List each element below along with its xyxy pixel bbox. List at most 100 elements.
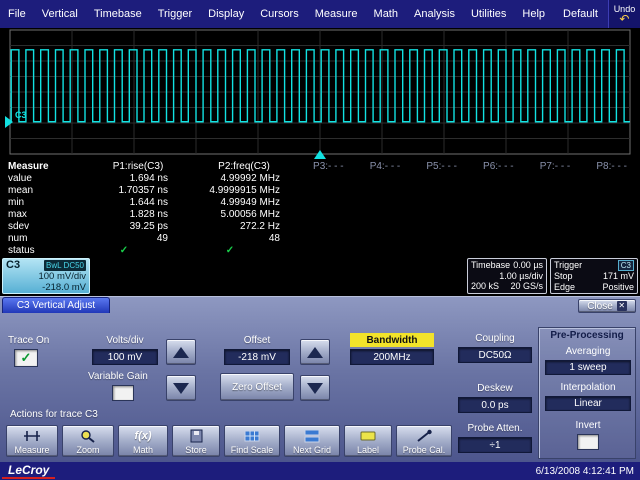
coupling-badge: BwL DC50: [44, 260, 86, 271]
cell-value: 48: [188, 233, 300, 245]
next-grid-button[interactable]: Next Grid: [284, 425, 340, 457]
col-p4[interactable]: P4:- - -: [357, 160, 414, 173]
trigger-slope: Positive: [602, 282, 634, 293]
close-label: Close: [587, 301, 613, 312]
label-button[interactable]: Label: [344, 425, 392, 457]
measure-table: Measure P1:rise(C3) P2:freq(C3) P3:- - -…: [0, 160, 640, 257]
menu-cursors[interactable]: Cursors: [252, 8, 307, 20]
probe-icon: [414, 428, 434, 443]
magnifier-icon: [78, 428, 98, 443]
default-setup-button[interactable]: Default: [553, 8, 608, 20]
deskew-field[interactable]: 0.0 ps: [458, 397, 532, 413]
interpolation-field[interactable]: Linear: [545, 396, 631, 411]
row-label: min: [0, 197, 88, 209]
table-row: max 1.828 ns 5.00056 MHz: [0, 209, 640, 221]
tab-c3-vertical-adjust[interactable]: C3 Vertical Adjust: [2, 297, 110, 313]
zero-offset-button[interactable]: Zero Offset: [220, 373, 294, 401]
row-label: value: [0, 173, 88, 185]
averaging-label: Averaging: [539, 346, 637, 357]
col-p1[interactable]: P1:rise(C3): [88, 160, 188, 173]
menu-analysis[interactable]: Analysis: [406, 8, 463, 20]
invert-checkbox[interactable]: [577, 434, 599, 450]
variable-gain-checkbox[interactable]: [112, 385, 134, 401]
row-label: num: [0, 233, 88, 245]
cell-value: 272.2 Hz: [188, 221, 300, 233]
timebase-descriptor[interactable]: Timebase0.00 µs 1.00 µs/div 200 kS20 GS/…: [467, 258, 547, 294]
row-label: max: [0, 209, 88, 221]
undo-arrow-icon: ↶: [619, 14, 629, 25]
undo-button[interactable]: Undo ↶: [608, 0, 640, 28]
table-row: num 49 48: [0, 233, 640, 245]
menu-math[interactable]: Math: [366, 8, 406, 20]
actions-label: Actions for trace C3: [10, 409, 98, 420]
probe-atten-field[interactable]: ÷1: [458, 437, 532, 453]
table-row: value 1.694 ns 4.99992 MHz: [0, 173, 640, 185]
col-p5[interactable]: P5:- - -: [413, 160, 470, 173]
measure-button[interactable]: Measure: [6, 425, 58, 457]
close-icon: ✕: [617, 301, 627, 311]
col-p2[interactable]: P2:freq(C3): [188, 160, 300, 173]
cell-value: 49: [88, 233, 188, 245]
channel-label[interactable]: C3: [15, 110, 27, 120]
menu-help[interactable]: Help: [514, 8, 553, 20]
interpolation-label: Interpolation: [539, 382, 637, 393]
find-scale-button[interactable]: Find Scale: [224, 425, 280, 457]
channel-voltsdiv: 100 mV/div: [6, 271, 86, 282]
offset-down-button[interactable]: [300, 375, 330, 401]
menu-vertical[interactable]: Vertical: [34, 8, 86, 20]
row-label: sdev: [0, 221, 88, 233]
col-p3[interactable]: P3:- - -: [300, 160, 357, 173]
c3-vertical-adjust-dialog: C3 Vertical Adjust Close ✕ Trace On ✓ Vo…: [0, 296, 640, 462]
volts-div-up-button[interactable]: [166, 339, 196, 365]
col-p7[interactable]: P7:- - -: [527, 160, 584, 173]
zoom-button[interactable]: Zoom: [62, 425, 114, 457]
offset-up-button[interactable]: [300, 339, 330, 365]
col-p8[interactable]: P8:- - -: [583, 160, 640, 173]
col-p6[interactable]: P6:- - -: [470, 160, 527, 173]
trigger-mode: Stop: [554, 271, 573, 282]
next-grid-button-label: Next Grid: [293, 445, 331, 455]
store-button[interactable]: Store: [172, 425, 220, 457]
menu-trigger[interactable]: Trigger: [150, 8, 200, 20]
menu-timebase[interactable]: Timebase: [86, 8, 150, 20]
trace-on-checkbox[interactable]: ✓: [14, 349, 38, 367]
cell-value: 4.99992 MHz: [188, 173, 300, 185]
math-button[interactable]: f(x) Math: [118, 425, 168, 457]
offset-field[interactable]: -218 mV: [224, 349, 290, 365]
volts-div-down-button[interactable]: [166, 375, 196, 401]
down-arrow-icon: [173, 383, 189, 394]
coupling-label: Coupling: [458, 333, 532, 344]
trigger-descriptor[interactable]: TriggerC3 Stop171 mV EdgePositive: [550, 258, 638, 294]
close-button[interactable]: Close ✕: [578, 299, 636, 313]
channel-descriptor-c3[interactable]: C3 BwL DC50 100 mV/div -218.0 mV: [2, 258, 90, 294]
menu-file[interactable]: File: [0, 8, 34, 20]
probe-cal-button[interactable]: Probe Cal.: [396, 425, 452, 457]
coupling-field[interactable]: DC50Ω: [458, 347, 532, 363]
offset-label: Offset: [224, 335, 290, 346]
cell-value: 39.25 ps: [88, 221, 188, 233]
store-button-label: Store: [185, 445, 207, 455]
find-scale-icon: [242, 428, 262, 443]
fx-icon: f(x): [134, 428, 151, 443]
menu-bar: File Vertical Timebase Trigger Display C…: [0, 0, 640, 28]
timebase-rate: 20 GS/s: [510, 281, 543, 292]
menu-display[interactable]: Display: [200, 8, 252, 20]
cell-value: 5.00056 MHz: [188, 209, 300, 221]
row-label: status: [0, 245, 88, 257]
invert-label: Invert: [539, 420, 637, 431]
measure-header-row: Measure P1:rise(C3) P2:freq(C3) P3:- - -…: [0, 160, 640, 173]
averaging-field[interactable]: 1 sweep: [545, 360, 631, 375]
status-check-icon: ✓: [188, 245, 300, 257]
volts-div-field[interactable]: 100 mV: [92, 349, 158, 365]
preprocessing-panel: Pre-Processing Averaging 1 sweep Interpo…: [538, 327, 636, 459]
descriptor-row: C3 BwL DC50 100 mV/div -218.0 mV Timebas…: [0, 257, 640, 296]
measure-icon: [22, 428, 42, 443]
cell-value: 1.70357 ns: [88, 185, 188, 197]
bandwidth-field[interactable]: 200MHz: [350, 349, 434, 365]
table-row: mean 1.70357 ns 4.9999915 MHz: [0, 185, 640, 197]
scope-grid: C3: [4, 28, 636, 160]
cell-value: 1.694 ns: [88, 173, 188, 185]
table-row: min 1.644 ns 4.99949 MHz: [0, 197, 640, 209]
menu-measure[interactable]: Measure: [307, 8, 366, 20]
menu-utilities[interactable]: Utilities: [463, 8, 514, 20]
